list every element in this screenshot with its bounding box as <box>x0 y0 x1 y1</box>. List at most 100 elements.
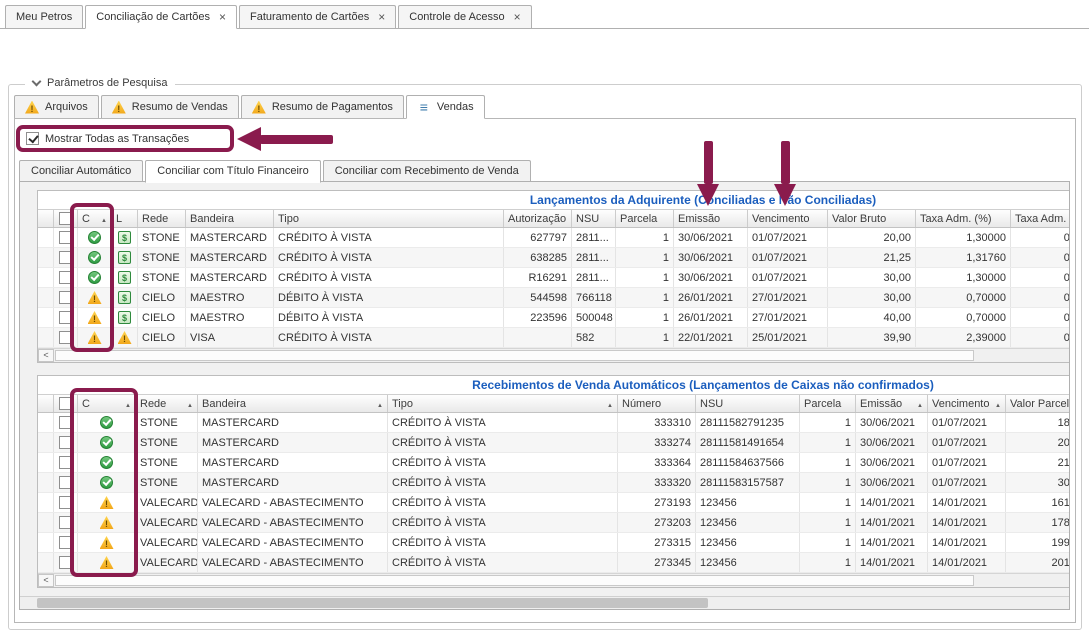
cell-emissao: 14/01/2021 <box>856 553 928 572</box>
table-row[interactable]: CIELO MAESTRO DÉBITO À VISTA 544598 7661… <box>38 288 1070 308</box>
header-valor-parcela[interactable]: Valor Parcela <box>1006 395 1070 412</box>
header-taxa-adm-pct[interactable]: Taxa Adm. (%) <box>916 210 1011 227</box>
header-rede[interactable]: Rede <box>136 395 198 412</box>
header-valor-bruto[interactable]: Valor Bruto <box>828 210 916 227</box>
table-row[interactable]: CIELO MAESTRO DÉBITO À VISTA 223596 5000… <box>38 308 1070 328</box>
header-vencimento[interactable]: Vencimento <box>928 395 1006 412</box>
header-autorizacao[interactable]: Autorização <box>504 210 572 227</box>
close-icon[interactable]: × <box>514 12 521 22</box>
row-checkbox[interactable] <box>59 516 72 529</box>
cell-emissao: 22/01/2021 <box>674 328 748 347</box>
header-nsu[interactable]: NSU <box>572 210 616 227</box>
row-checkbox[interactable] <box>59 231 72 244</box>
cell-vencimento: 01/07/2021 <box>928 453 1006 472</box>
cell-vencimento: 25/01/2021 <box>748 328 828 347</box>
cell-taxa-adm-pct: 0,70000 <box>916 288 1011 307</box>
tab-conciliar-automatico[interactable]: Conciliar Automático <box>19 160 143 182</box>
cell-valor-parcela: 199,7 <box>1006 533 1070 552</box>
group-legend[interactable]: Parâmetros de Pesquisa <box>25 77 175 89</box>
scroll-thumb[interactable] <box>55 575 974 586</box>
table-row[interactable]: VALECARD VALECARD - ABASTECIMENTO CRÉDIT… <box>38 533 1070 553</box>
header-tipo[interactable]: Tipo <box>388 395 618 412</box>
table-row[interactable]: STONE MASTERCARD CRÉDITO À VISTA 333320 … <box>38 473 1070 493</box>
recebimentos-grid-title: Recebimentos de Venda Automáticos (Lança… <box>38 376 1070 394</box>
header-bandeira[interactable]: Bandeira <box>198 395 388 412</box>
header-taxa-adm-rs[interactable]: Taxa Adm. (R$) <box>1011 210 1070 227</box>
header-tipo[interactable]: Tipo <box>274 210 504 227</box>
header-conciliado[interactable]: C <box>78 210 112 227</box>
tab-conciliar-com-titulo-financeiro[interactable]: Conciliar com Título Financeiro <box>145 160 320 183</box>
row-checkbox[interactable] <box>59 291 72 304</box>
scroll-thumb[interactable] <box>55 350 974 361</box>
tab-controle-de-acesso[interactable]: Controle de Acesso × <box>398 5 531 28</box>
header-emissao[interactable]: Emissão <box>674 210 748 227</box>
row-checkbox[interactable] <box>59 271 72 284</box>
status-icon <box>100 556 114 569</box>
table-row[interactable]: VALECARD VALECARD - ABASTECIMENTO CRÉDIT… <box>38 493 1070 513</box>
lancamento-icon <box>118 291 131 304</box>
header-numero[interactable]: Número <box>618 395 696 412</box>
close-icon[interactable]: × <box>219 12 226 22</box>
cell-vencimento: 01/07/2021 <box>928 413 1006 432</box>
header-emissao[interactable]: Emissão <box>856 395 928 412</box>
tab-arquivos[interactable]: Arquivos <box>14 95 99 118</box>
table-row[interactable]: STONE MASTERCARD CRÉDITO À VISTA 627797 … <box>38 228 1070 248</box>
row-select-cell <box>54 513 78 532</box>
scroll-thumb[interactable] <box>37 598 708 608</box>
close-icon[interactable]: × <box>378 12 385 22</box>
tab-meu-petros[interactable]: Meu Petros <box>5 5 83 28</box>
tab-faturamento-de-cartoes[interactable]: Faturamento de Cartões × <box>239 5 396 28</box>
header-select-all[interactable] <box>54 210 78 227</box>
tab-conciliacao-de-cartoes[interactable]: Conciliação de Cartões × <box>85 5 237 29</box>
select-all-checkbox[interactable] <box>59 212 72 225</box>
conciliation-status-cell <box>78 533 136 552</box>
header-vencimento[interactable]: Vencimento <box>748 210 828 227</box>
row-checkbox[interactable] <box>59 536 72 549</box>
row-checkbox[interactable] <box>59 251 72 264</box>
row-checkbox[interactable] <box>59 416 72 429</box>
select-all-checkbox[interactable] <box>59 397 72 410</box>
header-bandeira[interactable]: Bandeira <box>186 210 274 227</box>
cell-bandeira: VALECARD - ABASTECIMENTO <box>198 493 388 512</box>
row-checkbox[interactable] <box>59 476 72 489</box>
row-select-cell <box>54 288 78 307</box>
cell-numero: 273203 <box>618 513 696 532</box>
show-all-transactions-checkbox[interactable] <box>26 132 39 145</box>
tab-conciliar-com-recebimento-de-venda[interactable]: Conciliar com Recebimento de Venda <box>323 160 531 182</box>
table-row[interactable]: VALECARD VALECARD - ABASTECIMENTO CRÉDIT… <box>38 513 1070 533</box>
row-checkbox[interactable] <box>59 311 72 324</box>
tab-resumo-de-pagamentos[interactable]: Resumo de Pagamentos <box>241 95 404 118</box>
table-row[interactable]: STONE MASTERCARD CRÉDITO À VISTA 638285 … <box>38 248 1070 268</box>
row-checkbox[interactable] <box>59 436 72 449</box>
header-rede[interactable]: Rede <box>138 210 186 227</box>
tab-label: Controle de Acesso <box>409 11 504 23</box>
conciliation-panel: Lançamentos da Adquirente (Conciliadas e… <box>19 181 1070 610</box>
table-row[interactable]: STONE MASTERCARD CRÉDITO À VISTA 333310 … <box>38 413 1070 433</box>
tab-vendas[interactable]: Vendas <box>406 95 485 119</box>
table-row[interactable]: STONE MASTERCARD CRÉDITO À VISTA R16291 … <box>38 268 1070 288</box>
tab-resumo-de-vendas[interactable]: Resumo de Vendas <box>101 95 239 118</box>
cell-nsu: 582 <box>572 328 616 347</box>
cell-vencimento: 01/07/2021 <box>928 433 1006 452</box>
row-checkbox[interactable] <box>59 496 72 509</box>
row-checkbox[interactable] <box>59 331 72 344</box>
table-row[interactable]: STONE MASTERCARD CRÉDITO À VISTA 333364 … <box>38 453 1070 473</box>
collapse-chevron-icon[interactable] <box>32 77 42 87</box>
scroll-left-button[interactable]: < <box>38 349 54 362</box>
cell-rede: CIELO <box>138 288 186 307</box>
header-parcela[interactable]: Parcela <box>800 395 856 412</box>
header-nsu[interactable]: NSU <box>696 395 800 412</box>
table-row[interactable]: VALECARD VALECARD - ABASTECIMENTO CRÉDIT… <box>38 553 1070 573</box>
scroll-left-button[interactable]: < <box>38 574 54 587</box>
row-checkbox[interactable] <box>59 456 72 469</box>
cell-rede: CIELO <box>138 308 186 327</box>
table-row[interactable]: CIELO VISA CRÉDITO À VISTA 582 1 22/01/2… <box>38 328 1070 348</box>
header-parcela[interactable]: Parcela <box>616 210 674 227</box>
header-select-all[interactable] <box>54 395 78 412</box>
lancamento-status-cell <box>112 228 138 247</box>
header-conciliado[interactable]: C <box>78 395 136 412</box>
cell-parcela: 1 <box>800 533 856 552</box>
table-row[interactable]: STONE MASTERCARD CRÉDITO À VISTA 333274 … <box>38 433 1070 453</box>
row-checkbox[interactable] <box>59 556 72 569</box>
header-lancamento[interactable]: L <box>112 210 138 227</box>
